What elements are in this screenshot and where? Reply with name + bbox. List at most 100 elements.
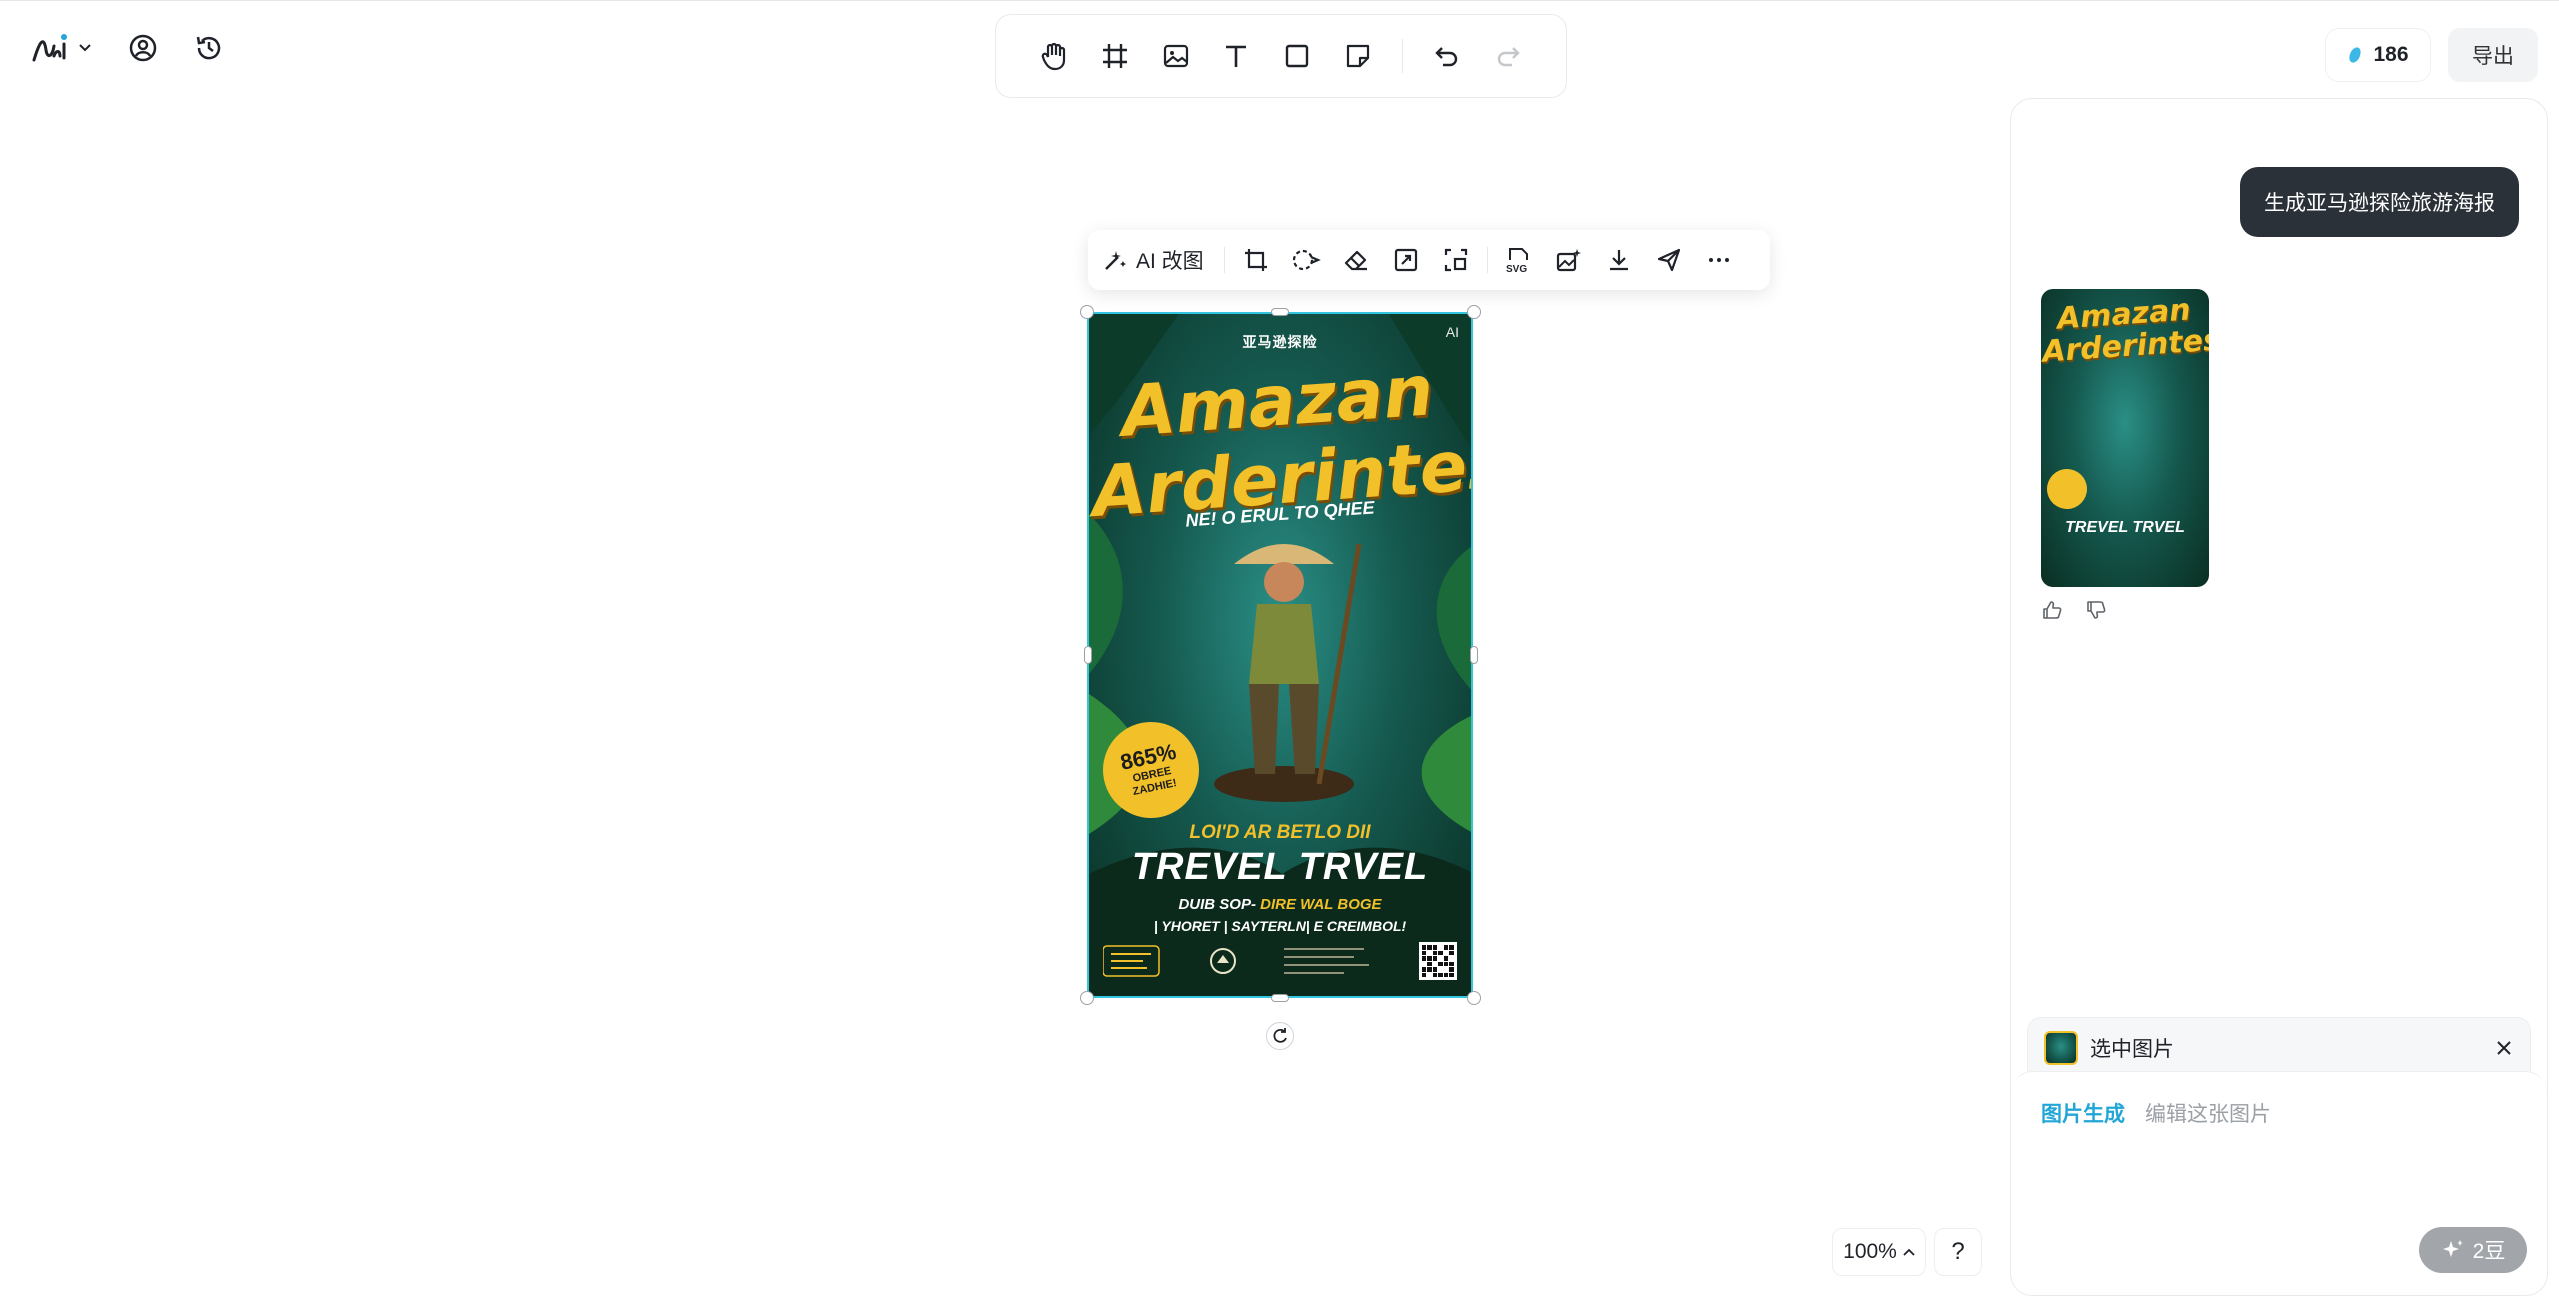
rectangle-tool-button[interactable] xyxy=(1267,23,1328,89)
selected-poster-image[interactable]: 亚马逊探险 AI Amazan Arderintes NE! O ERUL TO… xyxy=(1087,312,1473,998)
frame-tool-button[interactable] xyxy=(1085,23,1146,89)
crop-icon xyxy=(1244,249,1267,271)
generate-button[interactable]: 2豆 xyxy=(2419,1227,2527,1273)
rotate-icon xyxy=(1273,1028,1287,1043)
redo-button[interactable] xyxy=(1477,23,1538,89)
hand-tool-button[interactable] xyxy=(1024,23,1085,89)
poster-ai-tag: AI xyxy=(1445,324,1459,340)
undo-button[interactable] xyxy=(1417,23,1478,89)
prompt-input-area[interactable]: 图片生成 编辑这张图片 2豆 xyxy=(2011,1071,2547,1295)
selected-image-label: 选中图片 xyxy=(2090,1038,2174,1061)
expand-button[interactable] xyxy=(1381,236,1431,284)
image-icon xyxy=(1163,44,1188,68)
rectangle-icon xyxy=(1285,44,1309,68)
svg-file-icon: SVG xyxy=(1506,248,1528,274)
credits-count: 186 xyxy=(2373,43,2409,66)
poster-logo-icon xyxy=(1103,945,1160,977)
download-icon xyxy=(1609,250,1628,271)
poster-emblem-icon xyxy=(1210,948,1237,974)
user-message-bubble: 生成亚马逊探险旅游海报 xyxy=(2240,167,2519,237)
upscale-button[interactable] xyxy=(1431,236,1481,284)
poster-details: DUIB SOP- DIRE WAL BOGE xyxy=(1089,896,1471,913)
eraser-icon xyxy=(1344,250,1367,271)
text-icon xyxy=(1226,45,1247,67)
fine-print-lines xyxy=(1283,947,1369,974)
poster-headline: TREVEL TRVEL xyxy=(1131,846,1429,888)
generated-image-thumbnail[interactable]: Amazan Arderintes TREVEL TRVEL xyxy=(2041,289,2209,587)
thumbs-down-icon[interactable] xyxy=(2085,599,2107,621)
ai-edit-button[interactable]: AI 改图 xyxy=(1102,236,1218,284)
resize-handle-left[interactable] xyxy=(1084,646,1092,664)
resize-handle-right[interactable] xyxy=(1470,646,1478,664)
app-menu[interactable] xyxy=(30,30,92,66)
ai-edit-label: AI 改图 xyxy=(1136,250,1204,273)
poster-footer xyxy=(1103,940,1457,982)
poster-artwork: 亚马逊探险 AI Amazan Arderintes NE! O ERUL TO… xyxy=(1089,314,1471,996)
hand-icon xyxy=(1042,42,1066,71)
magic-wand-icon xyxy=(1105,251,1126,270)
expand-icon xyxy=(1394,248,1417,272)
main-toolbar xyxy=(995,14,1567,98)
redo-icon xyxy=(1497,47,1520,67)
image-toolbar-divider xyxy=(1486,247,1488,273)
mode-edit-image[interactable]: 编辑这张图片 xyxy=(2145,1098,2271,1128)
feedback-buttons xyxy=(2041,599,2107,621)
thumbnail-subtitle: TREVEL TRVEL xyxy=(2065,519,2185,536)
crop-button[interactable] xyxy=(1231,236,1281,284)
resize-handle-bottom-left[interactable] xyxy=(1080,991,1094,1005)
resize-handle-bottom[interactable] xyxy=(1271,994,1289,1002)
toolbar-divider xyxy=(1401,39,1403,73)
close-icon[interactable] xyxy=(2494,1038,2514,1058)
mode-image-generation[interactable]: 图片生成 xyxy=(2041,1098,2125,1128)
sticky-note-tool-button[interactable] xyxy=(1327,23,1388,89)
sticky-note-icon xyxy=(1346,44,1369,68)
poster-details-white: DUIB SOP- xyxy=(1178,896,1256,913)
download-button[interactable] xyxy=(1594,236,1644,284)
share-button[interactable] xyxy=(1644,236,1694,284)
export-button[interactable]: 导出 xyxy=(2448,28,2538,82)
thumbnail-title: Amazan Arderintes xyxy=(2041,292,2209,370)
poster-brand: 亚马逊探险 xyxy=(1242,334,1318,350)
more-icon xyxy=(1708,258,1729,262)
credits-badge[interactable]: 186 xyxy=(2325,28,2431,82)
upscale-icon xyxy=(1444,248,1467,272)
chevron-down-icon xyxy=(79,44,91,52)
cutout-button[interactable] xyxy=(1281,236,1331,284)
poster-fine-print xyxy=(1283,945,1374,978)
eraser-button[interactable] xyxy=(1331,236,1381,284)
history-icon[interactable] xyxy=(194,33,224,63)
bean-icon xyxy=(2349,47,2362,63)
poster-tagline: LOI'D AR BETLO DII xyxy=(1189,822,1371,843)
resize-handle-top-right[interactable] xyxy=(1467,305,1481,319)
resize-handle-top-left[interactable] xyxy=(1080,305,1094,319)
undo-icon xyxy=(1435,47,1458,67)
poster-qr-code xyxy=(1418,942,1457,980)
assistant-panel: 生成亚马逊探险旅游海报 Amazan Arderintes TREVEL TRV… xyxy=(2010,98,2548,1296)
svg-export-button[interactable]: SVG xyxy=(1494,236,1544,284)
thumbs-up-icon[interactable] xyxy=(2041,599,2063,621)
resize-handle-top[interactable] xyxy=(1271,308,1289,316)
image-sparkle-icon xyxy=(1556,249,1581,272)
rotate-handle[interactable] xyxy=(1266,1022,1294,1050)
generate-cost: 2豆 xyxy=(2472,1240,2506,1263)
more-button[interactable] xyxy=(1694,236,1744,284)
cutout-icon xyxy=(1292,249,1321,271)
image-variation-button[interactable] xyxy=(1544,236,1594,284)
chevron-up-icon xyxy=(1903,1248,1915,1256)
resize-handle-bottom-right[interactable] xyxy=(1467,991,1481,1005)
user-account-icon[interactable] xyxy=(128,33,158,63)
zoom-level: 100% xyxy=(1843,1240,1897,1263)
zoom-control[interactable]: 100% xyxy=(1832,1228,1926,1276)
selected-image-chip: 选中图片 xyxy=(2027,1017,2531,1079)
help-button[interactable]: ? xyxy=(1934,1228,1982,1276)
poster-details-yellow: DIRE WAL BOGE xyxy=(1260,896,1382,913)
sparkle-icon xyxy=(2442,1240,2463,1257)
frame-icon xyxy=(1102,44,1127,68)
selected-image-preview xyxy=(2044,1031,2078,1065)
text-tool-button[interactable] xyxy=(1206,23,1267,89)
send-icon xyxy=(1657,248,1680,272)
image-tool-button[interactable] xyxy=(1145,23,1206,89)
thumbnail-badge xyxy=(2043,465,2091,513)
poster-features: | YHORET | SAYTERLN| E CREIMBOL! xyxy=(1153,918,1407,934)
top-border xyxy=(0,0,2559,1)
